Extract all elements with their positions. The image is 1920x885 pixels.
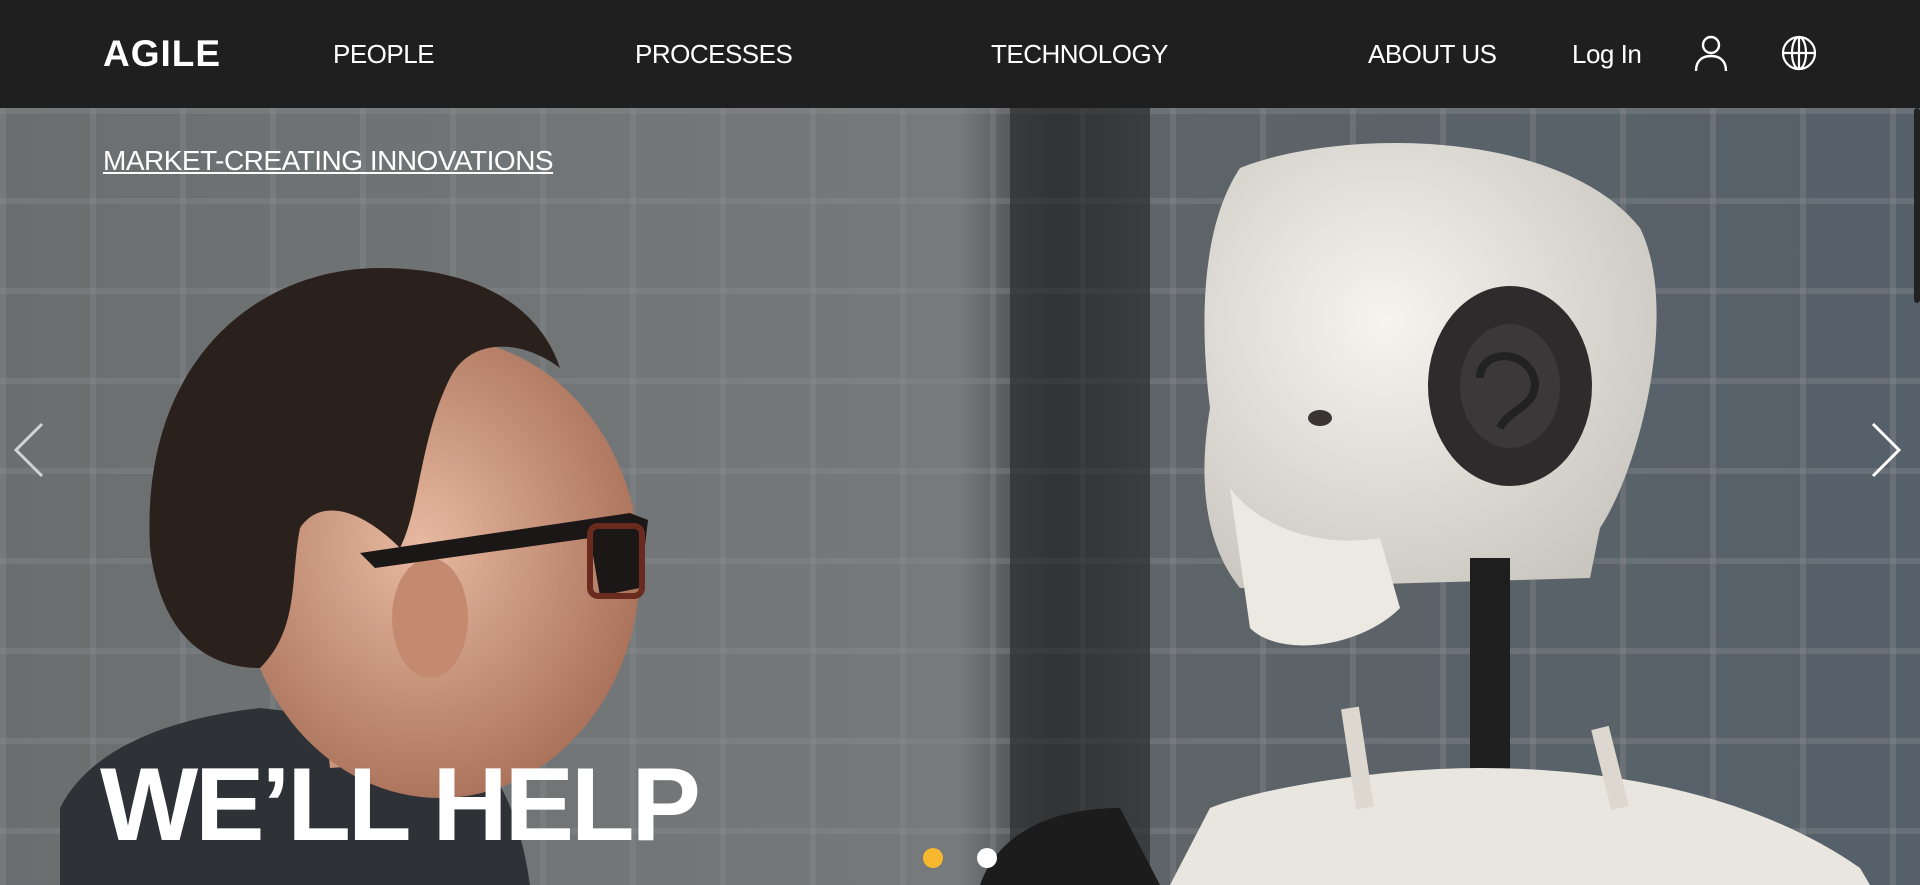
language-button[interactable] (1776, 30, 1822, 76)
nav-item-technology[interactable]: TECHNOLOGY (991, 38, 1169, 70)
globe-icon (1781, 35, 1817, 71)
site-logo[interactable]: AGILE (103, 34, 221, 74)
hero-carousel: MARKET-CREATING INNOVATIONS WE’LL HELP (0, 108, 1920, 885)
nav-item-people[interactable]: PEOPLE (333, 38, 435, 70)
carousel-dot-2[interactable] (977, 848, 997, 868)
user-icon (1694, 35, 1728, 72)
hero-kicker-link[interactable]: MARKET-CREATING INNOVATIONS (103, 143, 554, 179)
carousel-prev-button[interactable] (3, 410, 53, 490)
hero-headline: WE’LL HELP (100, 747, 701, 863)
user-account-button[interactable] (1688, 30, 1734, 76)
chevron-left-icon (13, 422, 44, 478)
nav-item-processes[interactable]: PROCESSES (635, 38, 793, 70)
login-link[interactable]: Log In (1572, 38, 1642, 70)
nav-item-about-us[interactable]: ABOUT US (1368, 38, 1497, 70)
top-navigation-bar: AGILE PEOPLE PROCESSES TECHNOLOGY ABOUT … (0, 0, 1920, 108)
page-scrollbar[interactable] (1914, 108, 1920, 303)
carousel-next-button[interactable] (1862, 410, 1912, 490)
carousel-dot-1[interactable] (923, 848, 943, 868)
chevron-right-icon (1871, 422, 1902, 478)
